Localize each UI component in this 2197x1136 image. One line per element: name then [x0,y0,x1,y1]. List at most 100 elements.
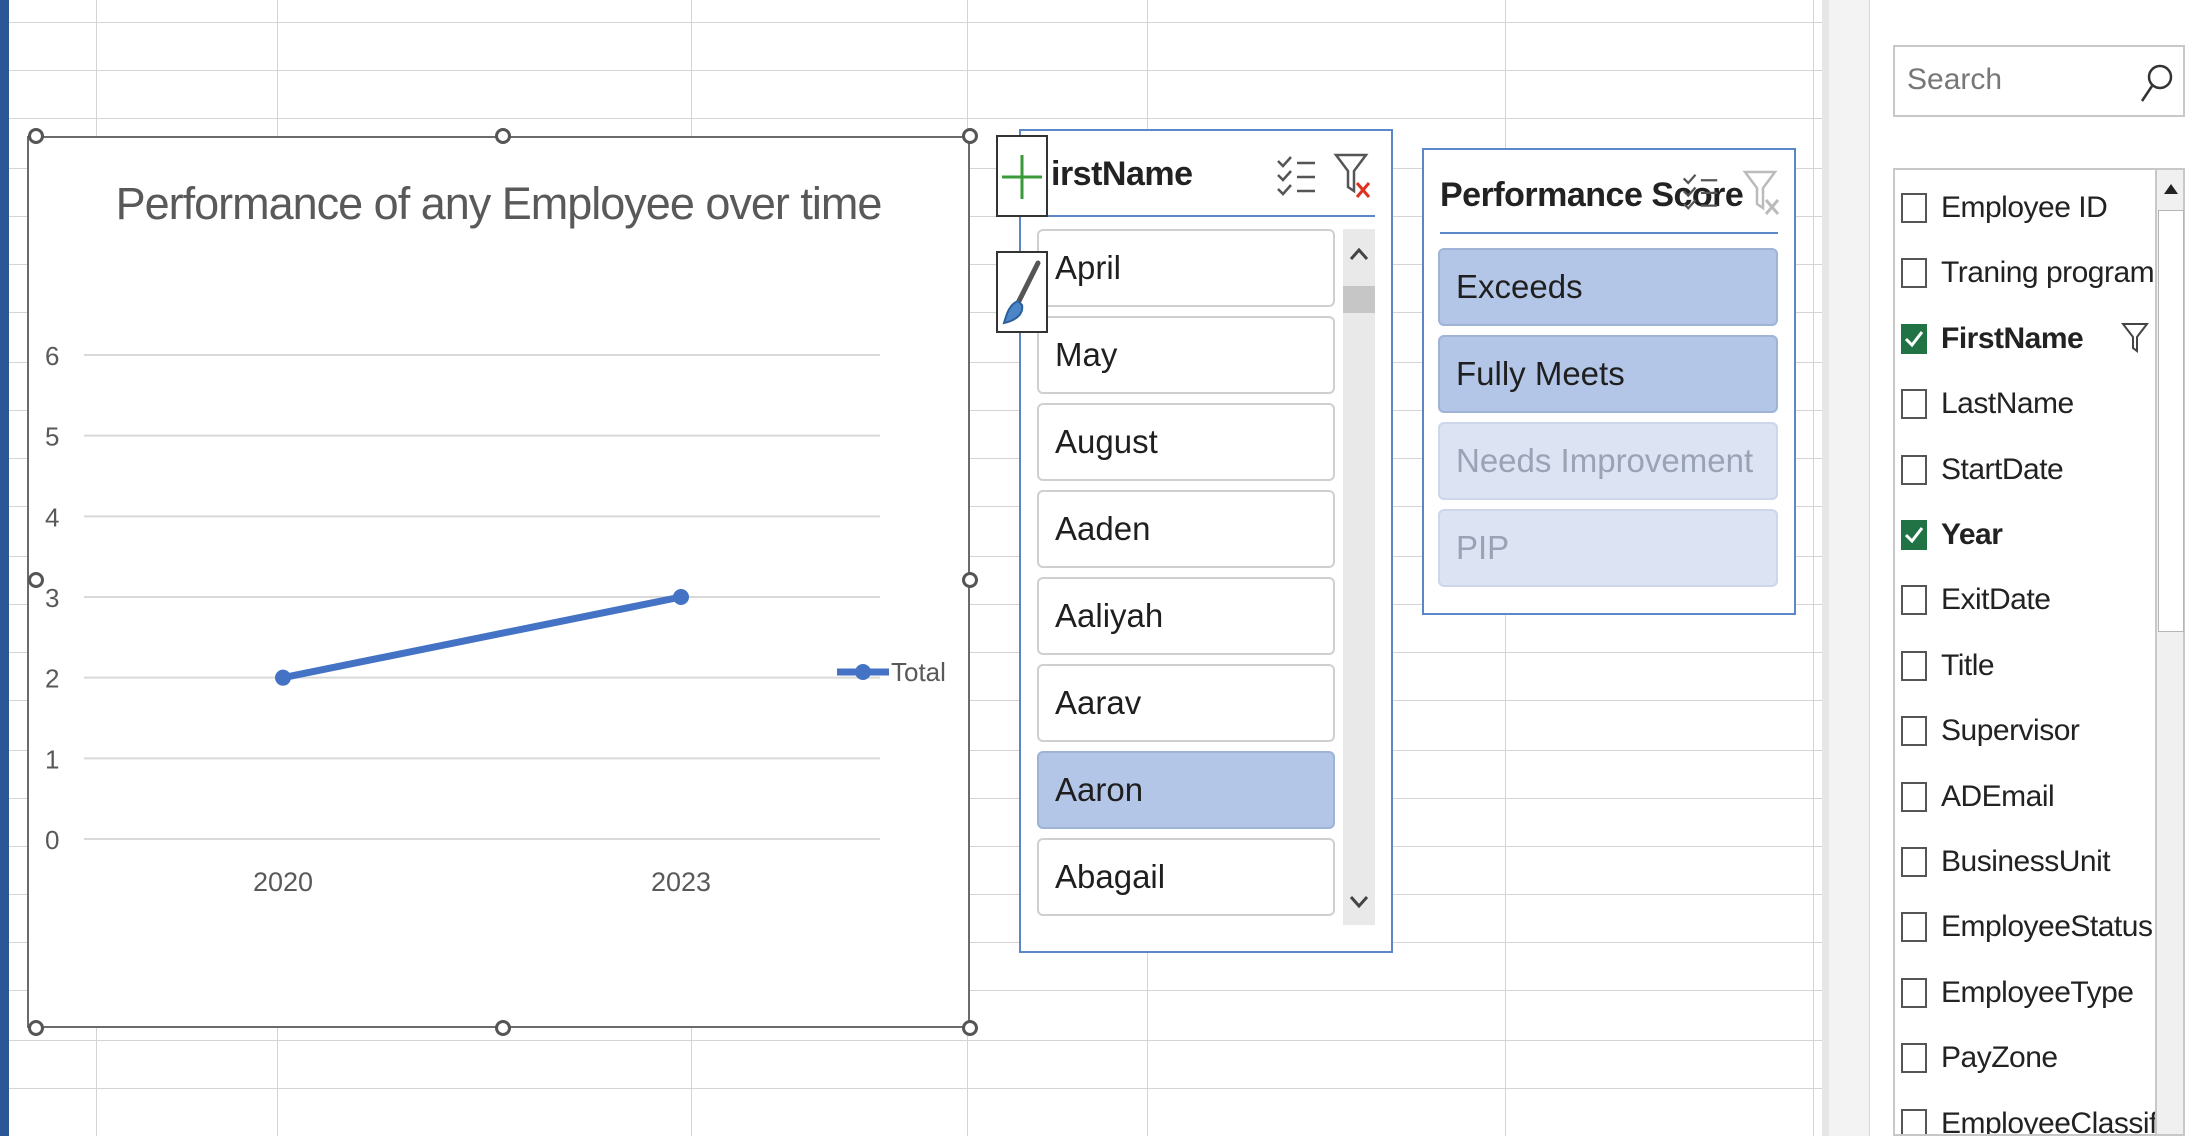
firstname-slicer-item-label: Aaron [1055,771,1144,808]
firstname-slicer-item[interactable]: Aaden [1037,490,1335,568]
filter-icon [2121,322,2149,353]
field-label: EmployeeType [1941,975,2134,1009]
field-checkbox[interactable] [1901,781,1927,812]
paintbrush-icon [1002,260,1041,325]
slicer-performance-score[interactable]: Performance Score Exceeds Fully Meets Need… [1422,148,1796,615]
performance-slicer-item[interactable]: Fully Meets [1438,335,1778,413]
field-checkbox[interactable] [1901,650,1927,681]
field-checkbox[interactable] [1901,847,1927,877]
chart-styles-button[interactable] [996,251,1048,333]
field-list-item[interactable]: Employee ID [1895,180,2157,236]
field-list-item[interactable]: ExitDate [1895,572,2157,628]
field-label: Traning program ... [1941,256,2157,290]
performance-slicer-item[interactable]: Exceeds [1438,248,1778,326]
field-checkbox[interactable] [1901,323,1927,354]
performance-slicer-item[interactable]: Needs Improvement [1438,422,1778,500]
field-list-item[interactable]: EmployeeClassific... [1895,1096,2157,1136]
firstname-slicer-item-label: Aarav [1055,684,1142,721]
legend-label: Total [891,657,946,687]
firstname-slicer-item-label: Abagail [1055,858,1166,895]
performance-slicer-item-label: Fully Meets [1456,355,1625,392]
resize-handle-middle-left[interactable] [28,572,44,588]
resize-handle-bottom-left[interactable] [28,1020,44,1036]
field-label: EmployeeClassific... [1941,1106,2157,1136]
y-tick-label: 2 [45,664,59,694]
clear-filter-icon[interactable] [1333,151,1373,201]
field-list-item[interactable]: PayZone [1895,1030,2157,1086]
firstname-slicer-item-label: Aaden [1055,510,1151,547]
series-line[interactable] [279,593,685,682]
search-placeholder: Search [1907,63,2003,96]
data-point[interactable] [275,669,291,686]
performance-slicer-item-label: PIP [1456,529,1510,566]
slicer-firstname[interactable]: irstName April May August Aaden Aaliyah Aarav… [1019,129,1393,953]
field-list-item[interactable]: EmployeeStatus [1895,899,2157,955]
field-checkbox[interactable] [1901,716,1927,747]
field-list-item[interactable]: FirstName [1895,311,2157,367]
slicer-scrollbar[interactable] [1343,229,1375,925]
field-search-box[interactable]: Search [1893,45,2185,117]
firstname-slicer-item-label: May [1055,336,1118,373]
field-list-item[interactable]: Year [1895,507,2157,563]
performance-slicer-item-label: Needs Improvement [1456,442,1754,479]
field-checkbox[interactable] [1901,1043,1927,1074]
field-list-item[interactable]: BusinessUnit [1895,834,2157,890]
firstname-slicer-item[interactable]: April [1037,229,1335,307]
resize-handle-top-right[interactable] [962,128,978,144]
field-checkbox[interactable] [1901,912,1927,943]
field-list-item[interactable]: Title [1895,638,2157,694]
field-list-item[interactable]: StartDate [1895,442,2157,498]
field-checkbox[interactable] [1901,454,1927,485]
field-list-item[interactable]: EmployeeType [1895,965,2157,1021]
field-label: ADEmail [1941,779,2055,813]
firstname-slicer-item[interactable]: August [1037,403,1335,481]
clear-filter-icon[interactable] [1742,168,1782,218]
y-tick-label: 5 [45,422,59,452]
resize-handle-middle-right[interactable] [962,572,978,588]
field-label: PayZone [1941,1041,2058,1075]
resize-handle-top-left[interactable] [28,128,44,144]
chart-plot-area: 0 1 2 3 4 5 6 2020 2023 Total [45,341,946,897]
search-icon[interactable] [2137,61,2177,105]
plus-icon [1002,155,1042,199]
field-checkbox[interactable] [1901,258,1927,289]
line-chart[interactable]: Performance of any Employee over time 01… [27,136,970,1028]
field-list-item[interactable]: Supervisor [1895,703,2157,759]
firstname-slicer-item[interactable]: May [1037,316,1335,394]
field-list-item[interactable]: LastName [1895,376,2157,432]
field-checkbox[interactable] [1901,585,1927,616]
field-checkbox[interactable] [1901,977,1927,1008]
firstname-slicer-item[interactable]: Aaliyah [1037,577,1335,655]
firstname-slicer-item[interactable]: Aarav [1037,664,1335,742]
field-list-scrollbar[interactable] [2155,168,2185,1136]
scroll-up-icon[interactable] [1347,245,1371,263]
field-label: Supervisor [1941,714,2080,748]
field-checkbox[interactable] [1901,193,1927,223]
scroll-thumb[interactable] [1343,286,1375,313]
field-label: StartDate [1941,452,2064,486]
field-list-scroll-thumb[interactable] [2158,210,2184,632]
data-point[interactable] [673,589,689,605]
scroll-down-icon[interactable] [1347,893,1371,911]
resize-handle-bottom-middle[interactable] [495,1020,511,1036]
firstname-slicer-item[interactable]: Abagail [1037,838,1335,916]
y-tick-label: 3 [45,583,59,613]
field-checkbox[interactable] [1901,1108,1927,1134]
field-checkbox[interactable] [1901,389,1927,420]
field-list-item[interactable]: ADEmail [1895,769,2157,825]
field-label: Employee ID [1941,191,2108,224]
resize-handle-top-middle[interactable] [495,128,511,144]
slicer-firstname-title: irstName [1051,155,1193,193]
pane-divider[interactable] [1822,0,1829,1136]
field-list-item[interactable]: Traning program ... [1895,245,2157,301]
field-checkbox[interactable] [1901,520,1927,550]
x-tick-label: 2023 [651,867,711,897]
multi-select-icon[interactable] [1681,170,1719,214]
scroll-up-arrow-icon[interactable] [2160,178,2182,200]
multi-select-icon[interactable] [1275,153,1317,199]
resize-handle-bottom-right[interactable] [962,1020,978,1036]
y-tick-label: 4 [45,502,59,532]
performance-slicer-item[interactable]: PIP [1438,509,1778,587]
firstname-slicer-item[interactable]: Aaron [1037,751,1335,829]
chart-elements-button[interactable] [996,135,1048,217]
